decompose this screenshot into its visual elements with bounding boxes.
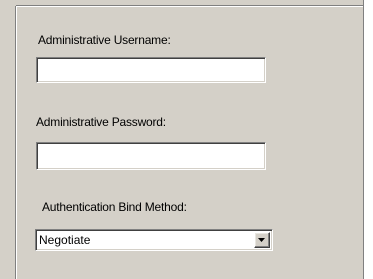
dropdown-button[interactable] bbox=[254, 232, 270, 248]
settings-panel: Administrative Username: Administrative … bbox=[0, 0, 364, 279]
admin-password-label: Administrative Password: bbox=[36, 115, 166, 129]
panel-left-border bbox=[16, 6, 17, 279]
admin-username-label: Administrative Username: bbox=[38, 33, 171, 47]
chevron-down-icon bbox=[258, 238, 265, 242]
bind-method-select[interactable]: Negotiate bbox=[35, 229, 273, 251]
window-background bbox=[366, 0, 373, 279]
admin-username-input[interactable] bbox=[36, 57, 266, 83]
admin-password-input[interactable] bbox=[36, 142, 266, 170]
panel-top-border bbox=[16, 6, 364, 7]
bind-method-selected-value: Negotiate bbox=[39, 233, 91, 247]
bind-method-label: Authentication Bind Method: bbox=[42, 200, 187, 214]
